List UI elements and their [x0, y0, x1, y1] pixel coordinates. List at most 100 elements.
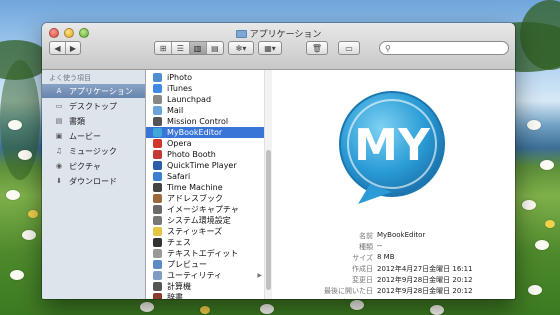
file-row[interactable]: iPhoto [146, 72, 264, 83]
file-row-label: Photo Booth [167, 150, 216, 159]
file-row-label: 計算機 [167, 282, 191, 291]
scrollbar-thumb[interactable] [266, 150, 271, 290]
trash-icon: 🗑 [311, 43, 323, 53]
sidebar-item-label: デスクトップ [69, 101, 117, 111]
file-row[interactable]: Safari [146, 171, 264, 182]
folder-icon [153, 271, 162, 280]
file-row-label: イメージキャプチャ [167, 205, 239, 214]
new-folder-icon: ▭ [345, 43, 353, 53]
info-key: バージョン [338, 297, 373, 299]
sidebar-item-icon: ▣ [55, 132, 63, 140]
list-view-button[interactable]: ☰ [172, 42, 190, 54]
file-row[interactable]: Time Machine [146, 182, 264, 193]
app-icon [153, 227, 162, 236]
disclosure-arrow-icon: ▶ [257, 272, 262, 279]
app-icon [153, 238, 162, 247]
info-key: 名前 [359, 232, 373, 240]
file-row[interactable]: 辞書 [146, 292, 264, 299]
search-field[interactable]: ⚲ [379, 41, 509, 55]
file-row-label: MyBookEditor [167, 128, 223, 137]
column-view-button[interactable]: ▥ [189, 42, 207, 54]
file-row[interactable]: Opera [146, 138, 264, 149]
window-title: アプリケーション [42, 27, 515, 40]
file-row-label: Opera [167, 139, 192, 148]
coverflow-view-button[interactable]: ▤ [207, 42, 223, 54]
file-row[interactable]: プレビュー [146, 259, 264, 270]
file-row-label: iPhoto [167, 73, 193, 82]
app-icon [153, 73, 162, 82]
folder-icon [235, 30, 247, 38]
file-row[interactable]: QuickTime Player [146, 160, 264, 171]
app-icon [153, 106, 162, 115]
finder-window: アプリケーション ◀ ▶ ⊞ ☰ ▥ ▤ ✻▾ ▦▾ 🗑 ▭ ⚲ よく使う項目 … [42, 23, 515, 299]
mybookeditor-app-icon: MY [339, 91, 445, 204]
info-value: 2012年9月28日金曜日 20:12 [377, 276, 473, 284]
search-icon: ⚲ [385, 44, 391, 53]
preview-pane: MY 名前 MyBookEditor 種類 -- サイズ 8 MB 作成日 2012年4月27… [272, 70, 515, 299]
file-row-label: 辞書 [167, 293, 183, 299]
file-row[interactable]: イメージキャプチャ [146, 204, 264, 215]
file-row-label: iTunes [167, 84, 193, 93]
column-scrollbar[interactable] [264, 70, 272, 299]
file-row[interactable]: チェス [146, 237, 264, 248]
app-icon [153, 183, 162, 192]
sidebar: よく使う項目 A アプリケーション ▭ デスクトップ ▤ 書類 ▣ ムービー ♫ ミュージック ◉ ピ… [42, 70, 146, 299]
file-row[interactable]: Photo Booth [146, 149, 264, 160]
app-icon [153, 194, 162, 203]
sidebar-item[interactable]: ▭ デスクトップ [42, 99, 145, 113]
logo-text: MY [354, 120, 431, 171]
sidebar-item-label: ムービー [69, 131, 101, 141]
file-row[interactable]: ユーティリティ ▶ [146, 270, 264, 281]
sidebar-item[interactable]: ▣ ムービー [42, 129, 145, 143]
trash-button[interactable]: 🗑 [306, 41, 328, 55]
file-row-label: Safari [167, 172, 191, 181]
info-key: 種類 [359, 243, 373, 251]
sidebar-item[interactable]: ▤ 書類 [42, 114, 145, 128]
sidebar-item[interactable]: A アプリケーション [42, 84, 145, 98]
info-row: 変更日 2012年9月28日金曜日 20:12 [272, 275, 515, 286]
file-row-label: チェス [167, 238, 191, 247]
sidebar-item[interactable]: ⬇ ダウンロード [42, 174, 145, 188]
app-icon [153, 128, 162, 137]
forward-button[interactable]: ▶ [66, 42, 80, 54]
file-row-label: Launchpad [167, 95, 212, 104]
sidebar-item-icon: ♫ [55, 147, 63, 155]
sidebar-item-icon: ▭ [55, 102, 63, 110]
file-row-label: スティッキーズ [167, 227, 223, 236]
file-row[interactable]: Mail [146, 105, 264, 116]
arrange-menu-button[interactable]: ▦▾ [258, 41, 282, 55]
app-icon [153, 150, 162, 159]
icon-view-button[interactable]: ⊞ [155, 42, 173, 54]
info-row: 作成日 2012年4月27日金曜日 16:11 [272, 264, 515, 275]
file-row-label: システム環境設定 [167, 216, 231, 225]
action-menu-button[interactable]: ✻▾ [228, 41, 254, 55]
info-key: 変更日 [352, 276, 373, 284]
file-row[interactable]: iTunes [146, 83, 264, 94]
file-row-label: テキストエディット [167, 249, 239, 258]
app-icon [153, 282, 162, 291]
app-icon [153, 172, 162, 181]
file-row[interactable]: スティッキーズ [146, 226, 264, 237]
file-row[interactable]: テキストエディット [146, 248, 264, 259]
sidebar-item-label: 書類 [69, 116, 85, 126]
info-key: 最後に開いた日 [324, 287, 373, 295]
sidebar-item-label: ミュージック [69, 146, 117, 156]
file-row[interactable]: MyBookEditor [146, 127, 264, 138]
file-row[interactable]: 計算機 [146, 281, 264, 292]
back-button[interactable]: ◀ [50, 42, 66, 54]
view-mode-buttons: ⊞ ☰ ▥ ▤ [154, 41, 224, 55]
file-row[interactable]: システム環境設定 [146, 215, 264, 226]
window-title-text: アプリケーション [249, 30, 322, 40]
file-row[interactable]: Launchpad [146, 94, 264, 105]
file-row-label: Mission Control [167, 117, 229, 126]
sidebar-item[interactable]: ◉ ピクチャ [42, 159, 145, 173]
sidebar-item[interactable]: ♫ ミュージック [42, 144, 145, 158]
file-row[interactable]: Mission Control [146, 116, 264, 127]
app-icon [153, 117, 162, 126]
app-icon [153, 249, 162, 258]
file-row[interactable]: アドレスブック [146, 193, 264, 204]
file-row-label: ユーティリティ [167, 271, 223, 280]
file-row-label: Time Machine [167, 183, 223, 192]
new-folder-button[interactable]: ▭ [338, 41, 360, 55]
info-value: 2012年4月27日金曜日 16:11 [377, 265, 473, 273]
